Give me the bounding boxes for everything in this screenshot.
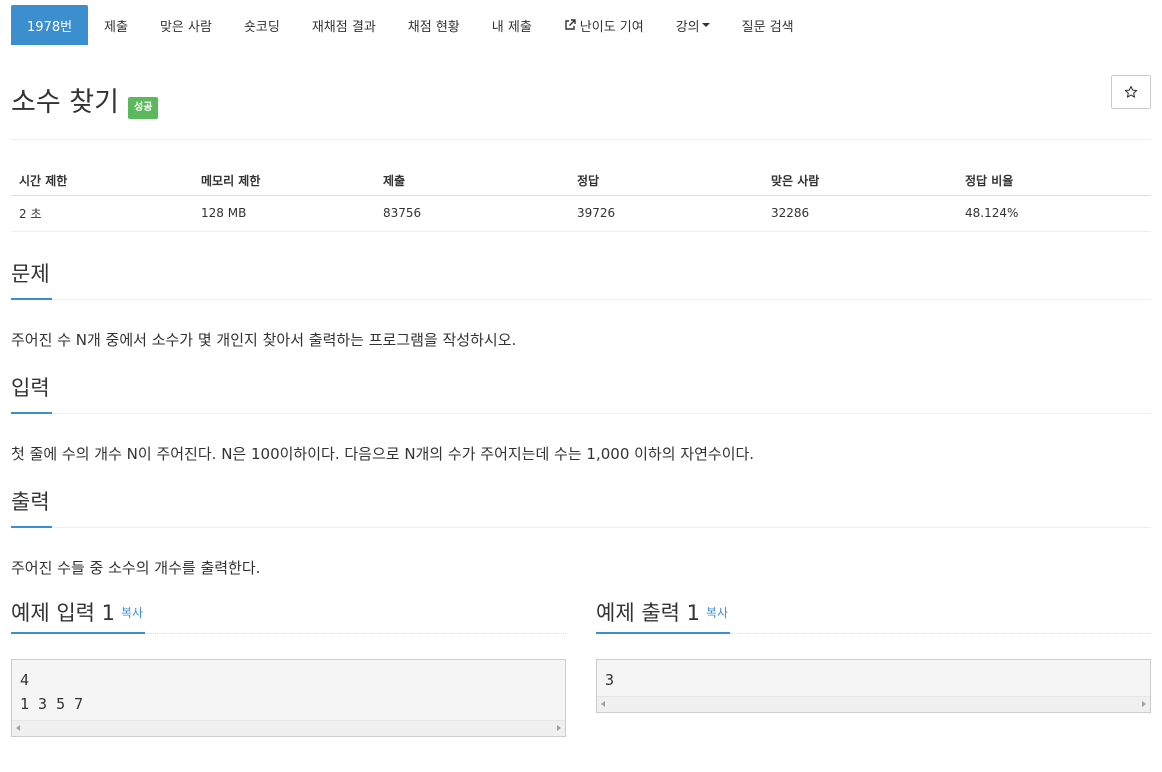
scroll-left-arrow-icon[interactable]	[16, 725, 20, 731]
cell-time-limit: 2 초	[11, 195, 193, 232]
sample-input-heading: 예제 입력 1 복사	[11, 598, 146, 634]
copy-sample-input-button[interactable]: 복사	[121, 606, 143, 620]
external-link-icon	[565, 19, 576, 30]
tab-lectures-dropdown[interactable]: 강의	[660, 5, 726, 45]
sample-output-title: 예제 출력 1	[596, 600, 700, 625]
header-time-limit: 시간 제한	[11, 167, 193, 196]
sample-input-content: 4 1 3 5 7	[20, 670, 84, 713]
tab-short-coding[interactable]: 숏코딩	[228, 5, 296, 45]
input-description: 첫 줄에 수의 개수 N이 주어진다. N은 100이하이다. 다음으로 N개의…	[11, 444, 755, 463]
sample-output-heading: 예제 출력 1 복사	[596, 598, 731, 634]
status-badge: 성공	[128, 97, 159, 119]
tab-label: 맞은 사람	[159, 19, 212, 35]
favorite-button[interactable]	[1111, 75, 1151, 109]
section-header: 예제 출력 1 복사	[596, 598, 1151, 634]
horizontal-scrollbar[interactable]	[12, 719, 565, 736]
header-accepted-users: 맞은 사람	[763, 167, 957, 196]
problem-description: 주어진 수 N개 중에서 소수가 몇 개인지 찾아서 출력하는 프로그램을 작성…	[11, 330, 517, 349]
problem-page: 1978번 제출 맞은 사람 숏코딩 재채점 결과 채점 현황 내 제출 난이도…	[0, 5, 1162, 772]
section-title-output: 출력	[11, 484, 52, 528]
caret-down-icon	[701, 23, 710, 27]
table-row: 2 초 128 MB 83756 39726 32286 48.124%	[11, 195, 1151, 232]
header-accept-ratio: 정답 비율	[957, 167, 1151, 196]
samples-row: 예제 입력 1 복사 4 1 3 5 7 예제 출력 1 복사 3	[11, 598, 1151, 737]
sample-output-panel: 예제 출력 1 복사 3	[596, 598, 1151, 737]
scroll-left-arrow-icon[interactable]	[601, 701, 605, 707]
section-header: 예제 입력 1 복사	[11, 598, 566, 634]
header-accepted: 정답	[569, 167, 763, 196]
section-header: 입력	[11, 370, 1151, 414]
cell-submissions: 83756	[375, 195, 569, 232]
section-title-problem: 문제	[11, 256, 52, 300]
horizontal-scrollbar[interactable]	[597, 695, 1150, 712]
tab-problem-number[interactable]: 1978번	[11, 5, 89, 45]
tab-label: 제출	[104, 19, 128, 35]
sample-output-content: 3	[605, 670, 615, 689]
copy-sample-output-button[interactable]: 복사	[706, 606, 728, 620]
section-title-input: 입력	[11, 370, 52, 414]
header-memory-limit: 메모리 제한	[193, 167, 375, 196]
tab-difficulty-contribution[interactable]: 난이도 기여	[548, 5, 660, 45]
section-header: 출력	[11, 484, 1151, 528]
tab-rejudge-results[interactable]: 재채점 결과	[296, 5, 392, 45]
tab-my-submissions[interactable]: 내 제출	[476, 5, 548, 45]
problem-info-table: 시간 제한 메모리 제한 제출 정답 맞은 사람 정답 비율 2 초 128 M…	[11, 167, 1151, 232]
cell-memory-limit: 128 MB	[193, 195, 375, 232]
tab-label: 채점 현황	[407, 19, 460, 35]
tab-label: 내 제출	[491, 19, 532, 35]
tab-submit[interactable]: 제출	[88, 5, 144, 45]
tab-label: 재채점 결과	[311, 19, 376, 35]
star-outline-icon	[1124, 85, 1138, 98]
table-header-row: 시간 제한 메모리 제한 제출 정답 맞은 사람 정답 비율	[11, 167, 1151, 196]
problem-description-section: 문제 주어진 수 N개 중에서 소수가 몇 개인지 찾아서 출력하는 프로그램을…	[11, 256, 1151, 350]
scroll-right-arrow-icon[interactable]	[557, 725, 561, 731]
tab-label: 1978번	[27, 19, 73, 35]
header-submissions: 제출	[375, 167, 569, 196]
cell-accepted-users: 32286	[763, 195, 957, 232]
tab-label: 숏코딩	[243, 19, 280, 35]
problem-tabs: 1978번 제출 맞은 사람 숏코딩 재채점 결과 채점 현황 내 제출 난이도…	[11, 5, 1151, 45]
input-section: 입력 첫 줄에 수의 개수 N이 주어진다. N은 100이하이다. 다음으로 …	[11, 370, 1151, 464]
tab-label: 질문 검색	[741, 19, 794, 35]
tab-judge-status[interactable]: 채점 현황	[392, 5, 476, 45]
cell-accept-ratio: 48.124%	[957, 195, 1151, 232]
tab-label: 강의	[675, 19, 700, 35]
page-title: 소수 찾기	[11, 87, 119, 118]
output-description: 주어진 수들 중 소수의 개수를 출력한다.	[11, 558, 261, 577]
sample-input-box[interactable]: 4 1 3 5 7	[11, 658, 566, 737]
sample-input-panel: 예제 입력 1 복사 4 1 3 5 7	[11, 598, 566, 737]
section-header: 문제	[11, 256, 1151, 300]
tab-accepted-users[interactable]: 맞은 사람	[144, 5, 228, 45]
output-section: 출력 주어진 수들 중 소수의 개수를 출력한다.	[11, 484, 1151, 578]
problem-header: 소수 찾기 성공	[11, 75, 1151, 140]
cell-accepted: 39726	[569, 195, 763, 232]
sample-input-title: 예제 입력 1	[11, 600, 115, 625]
tab-label: 난이도 기여	[579, 19, 644, 35]
scroll-right-arrow-icon[interactable]	[1142, 701, 1146, 707]
tab-question-search[interactable]: 질문 검색	[726, 5, 810, 45]
sample-output-box[interactable]: 3	[596, 658, 1151, 713]
